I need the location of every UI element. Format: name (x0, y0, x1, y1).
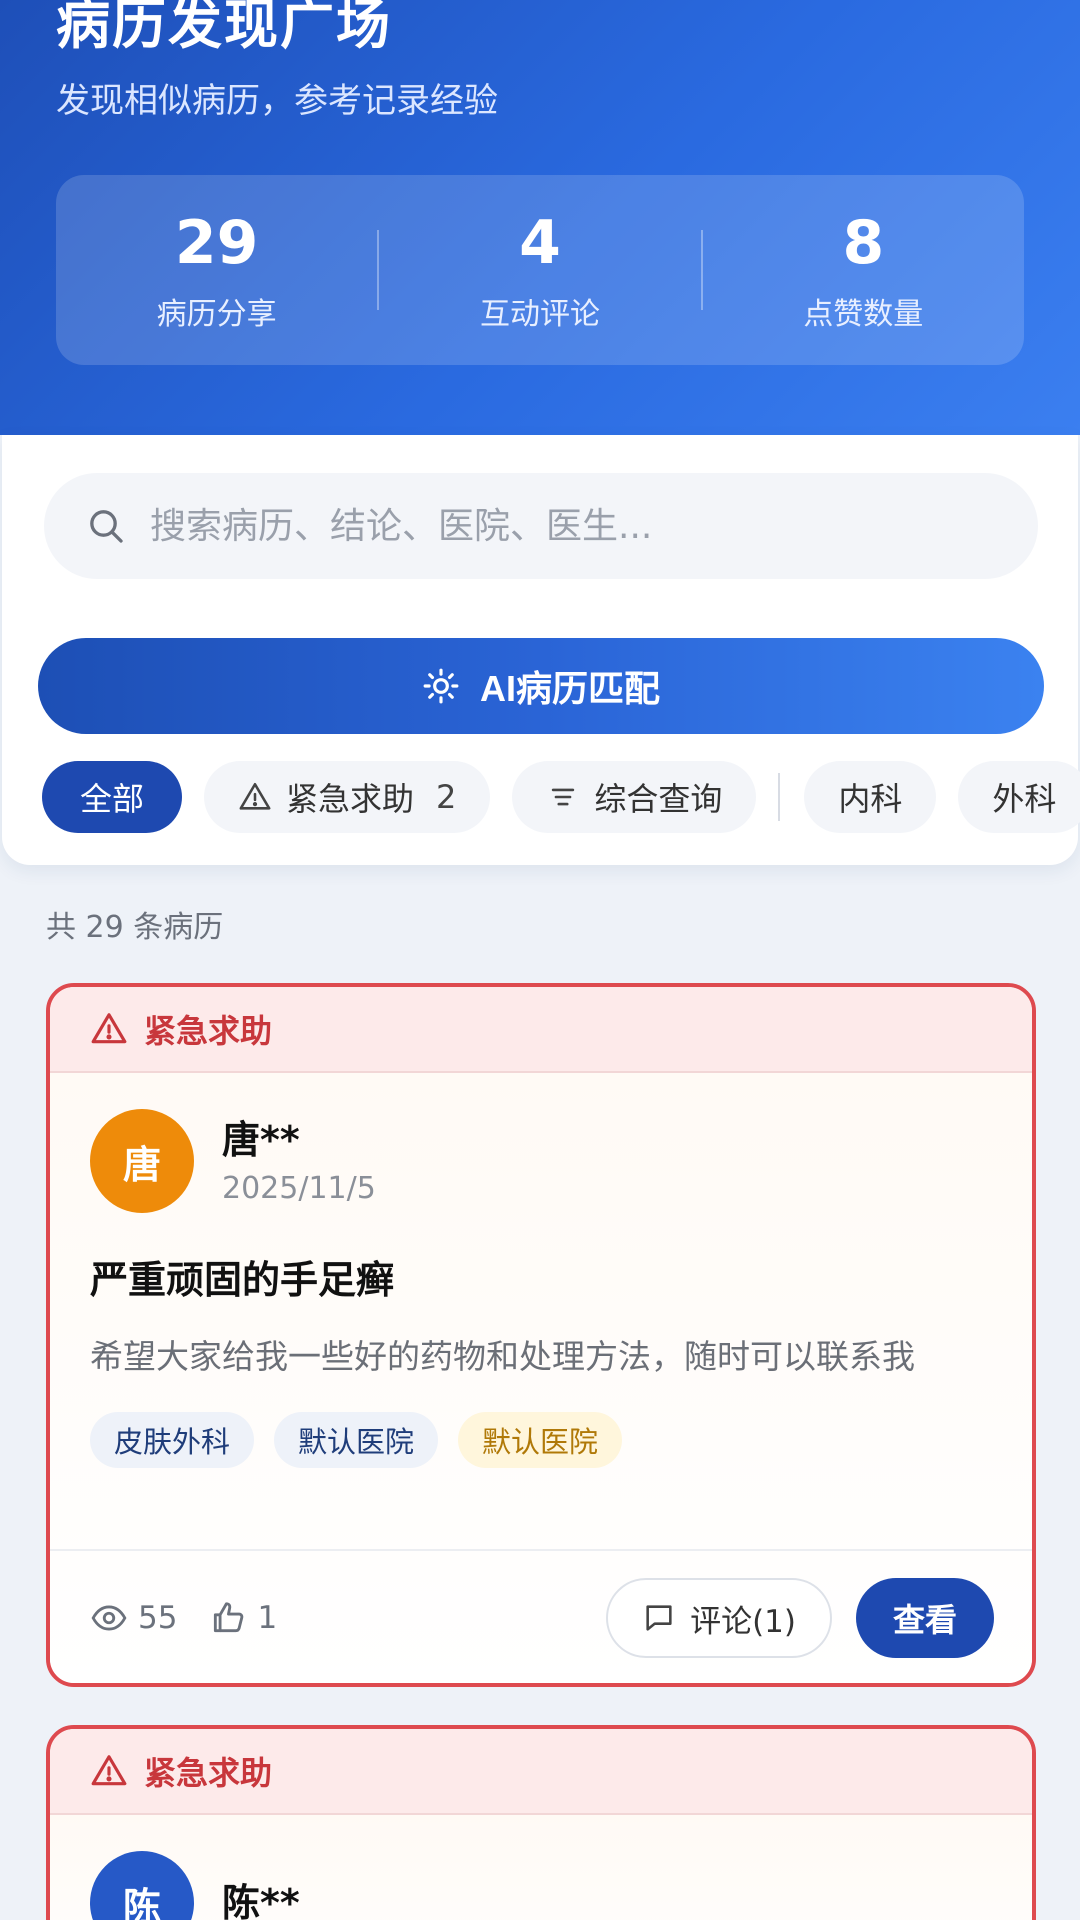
eye-icon (91, 1605, 127, 1631)
comment-icon (646, 1605, 672, 1631)
tag-hospital: 默认医院 (274, 1412, 439, 1468)
tag-department: 皮肤外科 (90, 1412, 255, 1468)
stat-label: 病历分享 (156, 297, 277, 332)
tag-hospital: 默认医院 (458, 1412, 623, 1468)
warning-icon (91, 1755, 127, 1786)
case-card[interactable]: 紧急求助 陈 陈** (46, 1725, 1036, 1920)
comment-button[interactable]: 评论(1) (606, 1578, 832, 1658)
case-body: 唐 唐** 2025/11/5 严重顽固的手足癣 希望大家给我一些好的药物和处理… (50, 1073, 1032, 1683)
result-count: 共 29 条病历 (46, 910, 224, 945)
stat-label: 点赞数量 (803, 297, 924, 332)
sparkle-icon (423, 668, 459, 704)
author-row: 陈 陈** (50, 1815, 1032, 1920)
filter-label: 全部 (79, 780, 144, 818)
avatar: 陈 (90, 1851, 194, 1920)
stat-comments: 4 互动评论 (379, 207, 700, 333)
stat-label: 互动评论 (479, 297, 600, 332)
author-name: 陈** (222, 1881, 300, 1920)
divider (778, 773, 781, 821)
stat-value: 29 (174, 208, 259, 278)
warning-icon (91, 1013, 127, 1044)
filter-count: 2 (436, 778, 457, 816)
stat-likes: 8 点赞数量 (703, 207, 1024, 333)
filter-label: 综合查询 (594, 780, 723, 818)
case-card[interactable]: 紧急求助 唐 唐** 2025/11/5 严重顽固的手足癣 希望大家给我一些好的… (46, 983, 1036, 1687)
like-count-value: 1 (257, 1600, 278, 1636)
filter-surgery[interactable]: 外科 (958, 761, 1080, 833)
view-count: 55 (90, 1599, 177, 1637)
filter-label: 外科 (992, 780, 1057, 818)
ai-match-label: AI病历匹配 (479, 668, 660, 709)
filter-internal[interactable]: 内科 (804, 761, 937, 833)
tag-list: 皮肤外科 默认医院 默认医院 (50, 1384, 1032, 1468)
post-date: 2025/11/5 (222, 1170, 376, 1206)
ai-match-button[interactable]: AI病历匹配 (38, 638, 1044, 734)
filter-all[interactable]: 全部 (42, 761, 182, 833)
view-button[interactable]: 查看 (856, 1578, 994, 1658)
urgent-label: 紧急求助 (144, 1754, 273, 1792)
filter-lines-icon (552, 788, 575, 806)
urgent-banner: 紧急求助 (50, 1729, 1032, 1815)
author-row: 唐 唐** 2025/11/5 (50, 1073, 1032, 1213)
stat-value: 4 (519, 208, 561, 278)
like-count[interactable]: 1 (209, 1599, 277, 1637)
comment-label: 评论(1) (690, 1603, 796, 1640)
search-bar[interactable] (44, 473, 1038, 579)
case-description: 希望大家给我一些好的药物和处理方法，随时可以联系我 (90, 1337, 915, 1376)
urgent-label: 紧急求助 (144, 1012, 273, 1050)
author-info: 陈** (222, 1880, 300, 1920)
case-body: 陈 陈** (50, 1815, 1032, 1920)
stat-value: 8 (842, 208, 885, 278)
filter-label: 紧急求助 (286, 780, 415, 818)
view-count-value: 55 (138, 1600, 178, 1636)
case-footer: 55 1 评论(1) 查看 (50, 1549, 1032, 1683)
stat-shares: 29 病历分享 (56, 207, 377, 333)
thumbs-up-icon (214, 1602, 244, 1633)
filter-tabs: 全部 紧急求助 2 综合查询 内科 外科 (42, 757, 1080, 837)
filter-urgent[interactable]: 紧急求助 2 (204, 761, 491, 833)
filter-label: 内科 (838, 780, 903, 818)
page-title: 病历发现广场 (56, 0, 392, 56)
search-input[interactable] (150, 505, 1010, 547)
author-name: 唐** (222, 1117, 300, 1162)
page-subtitle: 发现相似病历，参考记录经验 (56, 81, 498, 121)
case-title: 严重顽固的手足癣 (90, 1258, 395, 1302)
urgent-banner: 紧急求助 (50, 987, 1032, 1073)
header: 病历发现广场 发现相似病历，参考记录经验 29 病历分享 4 互动评论 8 点赞… (0, 0, 1080, 435)
filter-combined[interactable]: 综合查询 (512, 761, 757, 833)
warning-icon (239, 782, 271, 810)
search-icon (90, 510, 123, 543)
author-info: 唐** 2025/11/5 (222, 1117, 376, 1206)
search-panel: AI病历匹配 全部 紧急求助 2 综合查询 内科 外科 (2, 435, 1080, 865)
stats-panel: 29 病历分享 4 互动评论 8 点赞数量 (56, 175, 1024, 365)
avatar: 唐 (90, 1109, 194, 1213)
